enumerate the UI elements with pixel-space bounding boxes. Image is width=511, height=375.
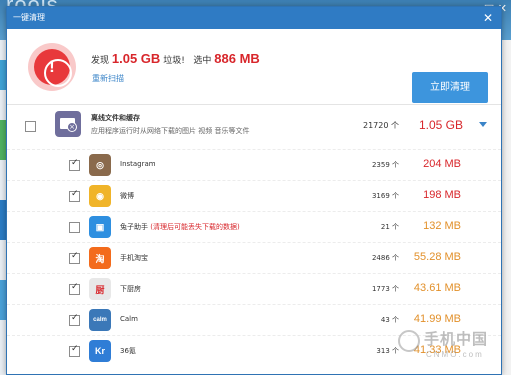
background-right-panel xyxy=(501,40,511,375)
item-name-text: Instagram xyxy=(120,160,156,168)
summary-text: 发现 1.05 GB 垃圾! 选中 886 MB xyxy=(91,51,260,66)
found-label: 发现 xyxy=(91,56,110,66)
found-size: 1.05 GB xyxy=(111,51,161,66)
item-checkbox[interactable] xyxy=(69,251,80,264)
list-item[interactable]: ◉ 微博 3169 个 198 MB xyxy=(7,180,501,211)
item-name-text: 微博 xyxy=(120,192,134,200)
category-size: 1.05 GB xyxy=(418,118,463,132)
dialog-title: 一键清理 xyxy=(13,13,45,22)
close-icon[interactable]: ✕ xyxy=(483,7,493,29)
item-checkbox[interactable] xyxy=(69,313,80,326)
junk-label: 垃圾! xyxy=(163,56,185,66)
clean-dialog: 一键清理 ✕ ! 发现 1.05 GB 垃圾! 选中 886 MB 重新扫描 立… xyxy=(6,6,502,375)
item-warning: (清理后可能丢失下载的数据) xyxy=(150,223,240,231)
item-size: 41.99 MB xyxy=(413,313,461,325)
watermark-subtext: CNMO.com xyxy=(426,350,484,359)
alert-icon: ! xyxy=(28,43,76,91)
instagram-icon: ◎ xyxy=(89,154,111,176)
item-size: 43.61 MB xyxy=(413,282,461,294)
item-name-text: 下厨房 xyxy=(120,285,141,293)
category-count: 21720 个 xyxy=(363,121,399,130)
list-item[interactable]: 淘 手机淘宝 2486 个 55.28 MB xyxy=(7,242,501,273)
weibo-icon: ◉ xyxy=(89,185,111,207)
item-count: 1773 个 xyxy=(371,285,399,293)
calm-icon: calm xyxy=(89,309,111,331)
item-name-text: 手机淘宝 xyxy=(120,254,148,262)
item-count: 3169 个 xyxy=(371,192,399,200)
selected-label: 选中 xyxy=(193,56,212,66)
chevron-down-icon[interactable] xyxy=(479,122,487,127)
item-count: 2486 个 xyxy=(371,254,399,262)
item-count: 43 个 xyxy=(380,316,399,324)
list-item[interactable]: ▣ 兔子助手 (清理后可能丢失下载的数据) 21 个 132 MB xyxy=(7,211,501,242)
watermark-text: 手机中国 xyxy=(424,331,489,348)
watermark-logo-icon xyxy=(398,330,420,352)
scan-summary: ! 发现 1.05 GB 垃圾! 选中 886 MB 重新扫描 立即清理 xyxy=(7,29,501,105)
alert-mark: ! xyxy=(49,57,55,76)
rescan-link[interactable]: 重新扫描 xyxy=(92,73,124,84)
category-name: 离线文件和缓存 xyxy=(91,114,140,122)
item-count: 313 个 xyxy=(376,347,399,355)
item-count: 21 个 xyxy=(380,223,399,231)
item-count: 2359 个 xyxy=(371,161,399,169)
item-size: 55.28 MB xyxy=(413,251,461,263)
item-name-text: Calm xyxy=(120,315,138,323)
item-name-text: 兔子助手 xyxy=(120,223,148,231)
item-name: 36氪 xyxy=(120,346,136,356)
category-description: 应用程序运行时从网络下载的图片 视频 音乐等文件 xyxy=(91,127,250,135)
36kr-icon: Kr xyxy=(89,340,111,362)
item-checkbox[interactable] xyxy=(69,282,80,295)
category-checkbox[interactable] xyxy=(25,121,36,132)
item-checkbox[interactable] xyxy=(69,158,80,171)
item-size: 198 MB xyxy=(423,189,461,201)
xiachufang-icon: 厨 xyxy=(89,278,111,300)
watermark: 手机中国 CNMO.com xyxy=(398,328,502,368)
item-name: 微博 xyxy=(120,191,134,201)
item-checkbox[interactable] xyxy=(69,222,80,233)
item-name: Instagram xyxy=(120,160,156,168)
item-checkbox[interactable] xyxy=(69,189,80,202)
selected-size: 886 MB xyxy=(214,51,260,66)
taobao-icon: 淘 xyxy=(89,247,111,269)
item-name-text: 36氪 xyxy=(120,347,136,355)
clean-now-button[interactable]: 立即清理 xyxy=(412,72,488,103)
item-name: 手机淘宝 xyxy=(120,253,148,263)
list-item[interactable]: 厨 下厨房 1773 个 43.61 MB xyxy=(7,273,501,304)
offline-files-icon: × xyxy=(55,111,81,137)
item-name: 下厨房 xyxy=(120,284,141,294)
list-item[interactable]: ◎ Instagram 2359 个 204 MB xyxy=(7,149,501,180)
item-size: 204 MB xyxy=(423,158,461,170)
tuzi-icon: ▣ xyxy=(89,216,111,238)
dialog-titlebar: 一键清理 ✕ xyxy=(7,7,501,29)
category-row[interactable]: × 离线文件和缓存 应用程序运行时从网络下载的图片 视频 音乐等文件 21720… xyxy=(7,106,501,148)
item-name: Calm xyxy=(120,315,138,323)
item-name: 兔子助手 (清理后可能丢失下载的数据) xyxy=(120,222,240,232)
item-checkbox[interactable] xyxy=(69,344,80,357)
item-size: 132 MB xyxy=(423,220,461,232)
